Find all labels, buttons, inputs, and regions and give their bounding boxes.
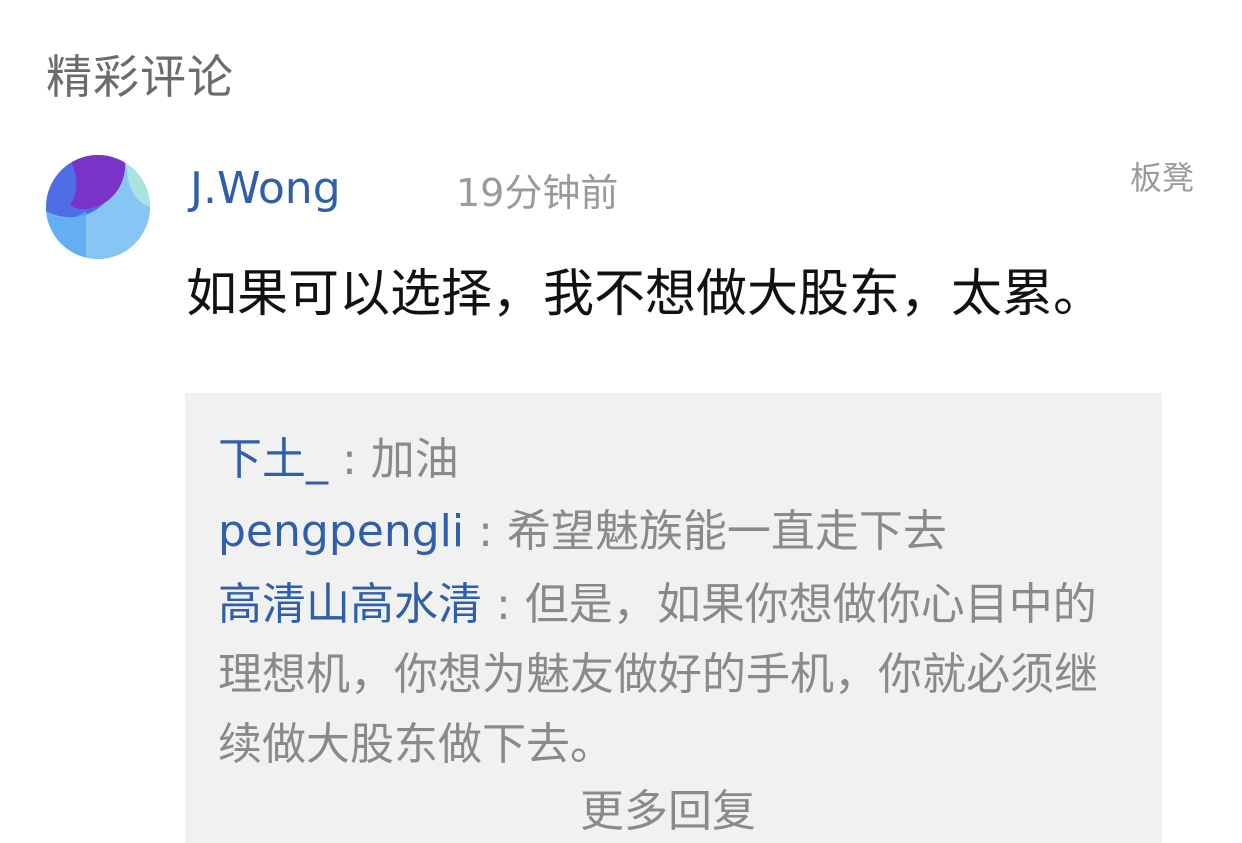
reply-author[interactable]: 下土_ <box>218 434 328 485</box>
reply-separator: : <box>464 506 507 557</box>
reply-item[interactable]: 下土_ : 加油 <box>218 425 459 495</box>
reply-item[interactable]: 高清山高水清 : 但是，如果你想做你心目中的理想机，你想为魅友做好的手机，你就必… <box>218 570 1136 780</box>
more-replies-button[interactable]: 更多回复 <box>580 782 756 842</box>
reply-author[interactable]: 高清山高水清 <box>218 579 482 630</box>
comment-timestamp: 19分钟前 <box>456 171 619 215</box>
reply-item[interactable]: pengpengli : 希望魅族能一直走下去 <box>218 497 947 567</box>
floor-badge: 板凳 <box>1130 159 1195 197</box>
comment-username[interactable]: J.Wong <box>190 160 341 218</box>
reply-separator: : <box>482 579 525 630</box>
reply-author[interactable]: pengpengli <box>218 506 464 557</box>
reply-text: 加油 <box>370 434 459 485</box>
section-title: 精彩评论 <box>46 50 234 104</box>
avatar-icon <box>46 155 150 259</box>
avatar[interactable] <box>46 155 150 259</box>
reply-separator: : <box>328 434 371 485</box>
comment-text: 如果可以选择，我不想做大股东，太累。 <box>186 265 1105 324</box>
reply-text: 希望魅族能一直走下去 <box>506 506 947 557</box>
